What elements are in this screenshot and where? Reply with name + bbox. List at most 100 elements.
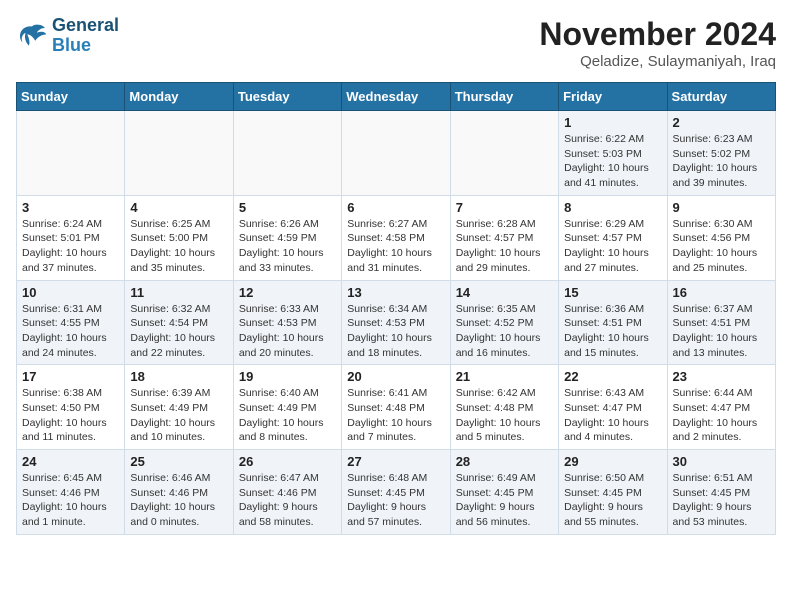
calendar-cell xyxy=(17,111,125,196)
calendar-cell xyxy=(125,111,233,196)
cell-detail: Sunrise: 6:35 AM Sunset: 4:52 PM Dayligh… xyxy=(456,302,553,361)
cell-detail: Sunrise: 6:51 AM Sunset: 4:45 PM Dayligh… xyxy=(673,471,770,530)
day-number: 5 xyxy=(239,200,336,215)
cell-detail: Sunrise: 6:36 AM Sunset: 4:51 PM Dayligh… xyxy=(564,302,661,361)
day-number: 23 xyxy=(673,369,770,384)
calendar-cell: 23 Sunrise: 6:44 AM Sunset: 4:47 PM Dayli… xyxy=(667,365,775,450)
column-header-monday: Monday xyxy=(125,83,233,111)
calendar-cell: 5Sunrise: 6:26 AM Sunset: 4:59 PM Daylig… xyxy=(233,195,341,280)
cell-detail: Sunrise: 6:25 AM Sunset: 5:00 PM Dayligh… xyxy=(130,217,227,276)
cell-detail: Sunrise: 6:38 AM Sunset: 4:50 PM Dayligh… xyxy=(22,386,119,445)
day-number: 11 xyxy=(130,285,227,300)
calendar-cell: 16 Sunrise: 6:37 AM Sunset: 4:51 PM Dayli… xyxy=(667,280,775,365)
day-number: 3 xyxy=(22,200,119,215)
cell-detail: Sunrise: 6:24 AM Sunset: 5:01 PM Dayligh… xyxy=(22,217,119,276)
calendar-cell: 11 Sunrise: 6:32 AM Sunset: 4:54 PM Dayli… xyxy=(125,280,233,365)
cell-detail: Sunrise: 6:30 AM Sunset: 4:56 PM Dayligh… xyxy=(673,217,770,276)
column-header-wednesday: Wednesday xyxy=(342,83,450,111)
day-number: 29 xyxy=(564,454,661,469)
month-title: November 2024 xyxy=(539,16,776,53)
cell-detail: Sunrise: 6:40 AM Sunset: 4:49 PM Dayligh… xyxy=(239,386,336,445)
week-row-3: 10 Sunrise: 6:31 AM Sunset: 4:55 PM Dayli… xyxy=(17,280,776,365)
calendar-cell: 6 Sunrise: 6:27 AM Sunset: 4:58 PM Daylig… xyxy=(342,195,450,280)
day-number: 14 xyxy=(456,285,553,300)
calendar-cell: 18 Sunrise: 6:39 AM Sunset: 4:49 PM Dayli… xyxy=(125,365,233,450)
cell-detail: Sunrise: 6:39 AM Sunset: 4:49 PM Dayligh… xyxy=(130,386,227,445)
day-number: 19 xyxy=(239,369,336,384)
calendar-cell: 24 Sunrise: 6:45 AM Sunset: 4:46 PM Dayli… xyxy=(17,450,125,535)
location: Qeladize, Sulaymaniyah, Iraq xyxy=(539,53,776,70)
cell-detail: Sunrise: 6:32 AM Sunset: 4:54 PM Dayligh… xyxy=(130,302,227,361)
column-header-sunday: Sunday xyxy=(17,83,125,111)
day-number: 13 xyxy=(347,285,444,300)
day-number: 9 xyxy=(673,200,770,215)
cell-detail: Sunrise: 6:34 AM Sunset: 4:53 PM Dayligh… xyxy=(347,302,444,361)
calendar-cell: 25 Sunrise: 6:46 AM Sunset: 4:46 PM Dayli… xyxy=(125,450,233,535)
cell-detail: Sunrise: 6:31 AM Sunset: 4:55 PM Dayligh… xyxy=(22,302,119,361)
title-area: November 2024 Qeladize, Sulaymaniyah, Ir… xyxy=(539,16,776,70)
cell-detail: Sunrise: 6:43 AM Sunset: 4:47 PM Dayligh… xyxy=(564,386,661,445)
day-number: 16 xyxy=(673,285,770,300)
calendar-cell: 4 Sunrise: 6:25 AM Sunset: 5:00 PM Daylig… xyxy=(125,195,233,280)
calendar-cell: 21 Sunrise: 6:42 AM Sunset: 4:48 PM Dayli… xyxy=(450,365,558,450)
column-header-thursday: Thursday xyxy=(450,83,558,111)
day-number: 10 xyxy=(22,285,119,300)
column-header-saturday: Saturday xyxy=(667,83,775,111)
logo-icon xyxy=(16,20,48,52)
cell-detail: Sunrise: 6:42 AM Sunset: 4:48 PM Dayligh… xyxy=(456,386,553,445)
calendar-cell: 14 Sunrise: 6:35 AM Sunset: 4:52 PM Dayli… xyxy=(450,280,558,365)
cell-detail: Sunrise: 6:46 AM Sunset: 4:46 PM Dayligh… xyxy=(130,471,227,530)
cell-detail: Sunrise: 6:33 AM Sunset: 4:53 PM Dayligh… xyxy=(239,302,336,361)
calendar-cell: 9 Sunrise: 6:30 AM Sunset: 4:56 PM Daylig… xyxy=(667,195,775,280)
calendar-table: SundayMondayTuesdayWednesdayThursdayFrid… xyxy=(16,82,776,535)
cell-detail: Sunrise: 6:28 AM Sunset: 4:57 PM Dayligh… xyxy=(456,217,553,276)
calendar-cell: 20Sunrise: 6:41 AM Sunset: 4:48 PM Dayli… xyxy=(342,365,450,450)
column-header-friday: Friday xyxy=(559,83,667,111)
calendar-cell: 22Sunrise: 6:43 AM Sunset: 4:47 PM Dayli… xyxy=(559,365,667,450)
calendar-cell: 8Sunrise: 6:29 AM Sunset: 4:57 PM Daylig… xyxy=(559,195,667,280)
day-number: 30 xyxy=(673,454,770,469)
day-number: 27 xyxy=(347,454,444,469)
cell-detail: Sunrise: 6:37 AM Sunset: 4:51 PM Dayligh… xyxy=(673,302,770,361)
day-number: 8 xyxy=(564,200,661,215)
day-number: 26 xyxy=(239,454,336,469)
week-row-2: 3 Sunrise: 6:24 AM Sunset: 5:01 PM Daylig… xyxy=(17,195,776,280)
cell-detail: Sunrise: 6:41 AM Sunset: 4:48 PM Dayligh… xyxy=(347,386,444,445)
calendar-cell: 13 Sunrise: 6:34 AM Sunset: 4:53 PM Dayli… xyxy=(342,280,450,365)
calendar-cell xyxy=(342,111,450,196)
cell-detail: Sunrise: 6:45 AM Sunset: 4:46 PM Dayligh… xyxy=(22,471,119,530)
day-number: 2 xyxy=(673,115,770,130)
day-number: 7 xyxy=(456,200,553,215)
calendar-cell: 27Sunrise: 6:48 AM Sunset: 4:45 PM Dayli… xyxy=(342,450,450,535)
day-number: 28 xyxy=(456,454,553,469)
calendar-cell: 2 Sunrise: 6:23 AM Sunset: 5:02 PM Daylig… xyxy=(667,111,775,196)
header-row: SundayMondayTuesdayWednesdayThursdayFrid… xyxy=(17,83,776,111)
day-number: 18 xyxy=(130,369,227,384)
cell-detail: Sunrise: 6:47 AM Sunset: 4:46 PM Dayligh… xyxy=(239,471,336,530)
week-row-1: 1 Sunrise: 6:22 AM Sunset: 5:03 PM Daylig… xyxy=(17,111,776,196)
calendar-cell: 26 Sunrise: 6:47 AM Sunset: 4:46 PM Dayli… xyxy=(233,450,341,535)
day-number: 12 xyxy=(239,285,336,300)
calendar-cell: 30 Sunrise: 6:51 AM Sunset: 4:45 PM Dayli… xyxy=(667,450,775,535)
day-number: 6 xyxy=(347,200,444,215)
calendar-cell xyxy=(450,111,558,196)
cell-detail: Sunrise: 6:44 AM Sunset: 4:47 PM Dayligh… xyxy=(673,386,770,445)
cell-detail: Sunrise: 6:22 AM Sunset: 5:03 PM Dayligh… xyxy=(564,132,661,191)
calendar-cell: 10 Sunrise: 6:31 AM Sunset: 4:55 PM Dayli… xyxy=(17,280,125,365)
day-number: 4 xyxy=(130,200,227,215)
cell-detail: Sunrise: 6:27 AM Sunset: 4:58 PM Dayligh… xyxy=(347,217,444,276)
day-number: 24 xyxy=(22,454,119,469)
calendar-cell: 12 Sunrise: 6:33 AM Sunset: 4:53 PM Dayli… xyxy=(233,280,341,365)
calendar-cell: 1 Sunrise: 6:22 AM Sunset: 5:03 PM Daylig… xyxy=(559,111,667,196)
cell-detail: Sunrise: 6:50 AM Sunset: 4:45 PM Dayligh… xyxy=(564,471,661,530)
column-header-tuesday: Tuesday xyxy=(233,83,341,111)
calendar-cell: 17 Sunrise: 6:38 AM Sunset: 4:50 PM Dayli… xyxy=(17,365,125,450)
day-number: 25 xyxy=(130,454,227,469)
calendar-cell: 19 Sunrise: 6:40 AM Sunset: 4:49 PM Dayli… xyxy=(233,365,341,450)
day-number: 1 xyxy=(564,115,661,130)
cell-detail: Sunrise: 6:23 AM Sunset: 5:02 PM Dayligh… xyxy=(673,132,770,191)
calendar-cell xyxy=(233,111,341,196)
day-number: 21 xyxy=(456,369,553,384)
logo-text: General Blue xyxy=(52,16,119,56)
day-number: 17 xyxy=(22,369,119,384)
